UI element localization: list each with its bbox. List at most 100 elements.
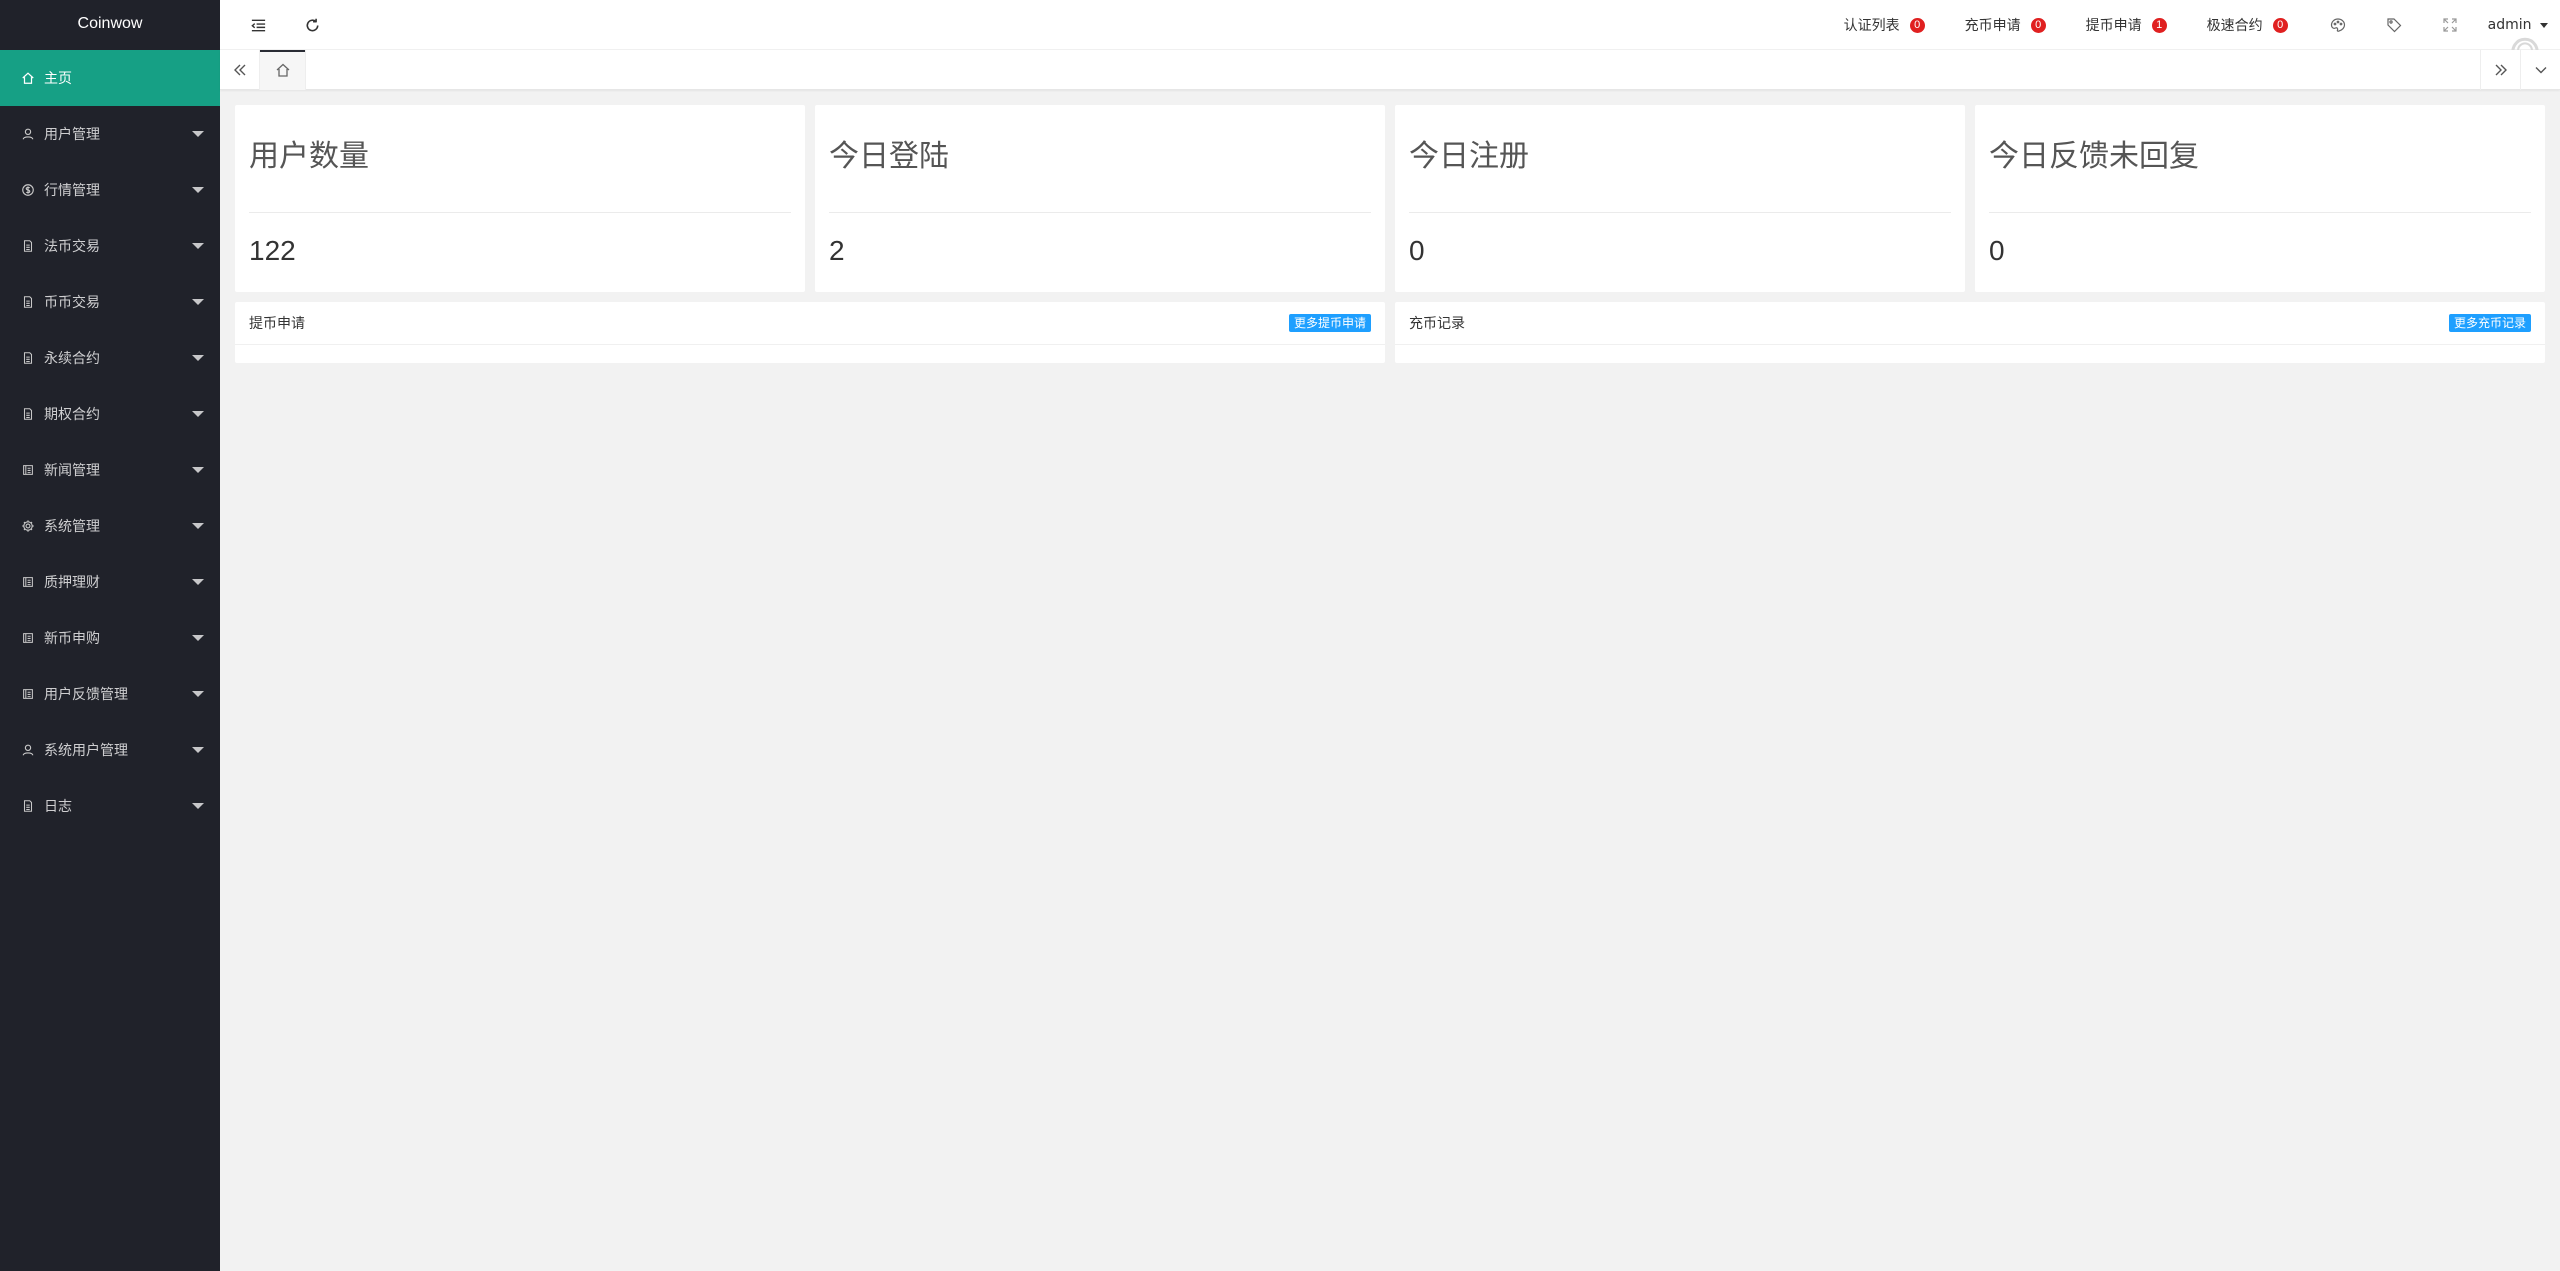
top-header: 认证列表 0 充币申请 0 提币申请 1 极速合约 0 admin xyxy=(220,0,2560,57)
caret-down-icon xyxy=(192,803,204,809)
panel-title: 提币申请 xyxy=(249,316,305,332)
tag-icon xyxy=(2387,18,2402,33)
sidebar-item-news-management[interactable]: 新闻管理 xyxy=(0,442,220,498)
sidebar-item-label: 新币申购 xyxy=(44,631,100,647)
stat-title: 用户数量 xyxy=(249,139,369,174)
news-icon xyxy=(20,686,36,702)
divider xyxy=(249,212,791,213)
header-link-label: 提币申请 xyxy=(2085,18,2142,34)
sidebar-item-market-management[interactable]: 行情管理 xyxy=(0,162,220,218)
panel-withdraw-requests: 提币申请 更多提币申请 xyxy=(235,302,1385,363)
caret-down-icon xyxy=(192,299,204,305)
menu-toggle-button[interactable] xyxy=(232,0,284,50)
gear-icon xyxy=(20,518,36,534)
tag-button[interactable] xyxy=(2366,0,2422,50)
header-link-label: 认证列表 xyxy=(1843,18,1900,34)
palette-icon xyxy=(2330,18,2345,32)
header-link-label: 极速合约 xyxy=(2206,18,2263,34)
sidebar-item-label: 系统用户管理 xyxy=(44,743,128,759)
news-icon xyxy=(20,574,36,590)
caret-down-icon xyxy=(192,691,204,697)
tabs-menu-button[interactable] xyxy=(2520,50,2560,90)
count-badge: 1 xyxy=(2151,17,2167,33)
sidebar-item-label: 新闻管理 xyxy=(44,463,100,479)
sidebar-item-perpetual-contract[interactable]: 永续合约 xyxy=(0,330,220,386)
header-right: 认证列表 0 充币申请 0 提币申请 1 极速合约 0 admin xyxy=(1844,0,2560,50)
caret-down-icon xyxy=(192,635,204,641)
stat-card-user-count: 用户数量 122 xyxy=(235,105,805,292)
header-link-label: 充币申请 xyxy=(1964,18,2021,34)
doc-icon xyxy=(20,294,36,310)
sidebar-item-label: 质押理财 xyxy=(44,575,100,591)
stat-value: 0 xyxy=(1409,235,1425,266)
sidebar-item-user-management[interactable]: 用户管理 xyxy=(0,106,220,162)
sidebar-item-new-coin-subscription[interactable]: 新币申购 xyxy=(0,610,220,666)
sidebar-item-label: 币币交易 xyxy=(44,295,100,311)
stat-title: 今日反馈未回复 xyxy=(1989,139,2199,174)
stat-title: 今日注册 xyxy=(1409,139,1529,174)
tabs-scroll-left-button[interactable] xyxy=(220,50,260,90)
count-badge: 0 xyxy=(2272,17,2288,33)
header-link-fast-contract[interactable]: 极速合约 0 xyxy=(2207,15,2288,35)
fullscreen-icon xyxy=(2443,18,2457,32)
divider xyxy=(829,212,1371,213)
stat-title: 今日登陆 xyxy=(829,139,949,174)
app-logo[interactable]: Coinwow xyxy=(0,0,220,50)
stat-card-today-login: 今日登陆 2 xyxy=(815,105,1385,292)
caret-down-icon xyxy=(192,579,204,585)
fullscreen-button[interactable] xyxy=(2422,0,2478,50)
refresh-icon xyxy=(306,18,318,31)
stat-card-unreplied-feedback: 今日反馈未回复 0 xyxy=(1975,105,2545,292)
user-icon xyxy=(20,742,36,758)
refresh-button[interactable] xyxy=(286,0,338,50)
double-chevron-left-icon xyxy=(233,64,245,76)
caret-down-icon xyxy=(192,411,204,417)
sidebar-item-label: 期权合约 xyxy=(44,407,100,423)
sidebar-item-system-users[interactable]: 系统用户管理 xyxy=(0,722,220,778)
header-link-verification-list[interactable]: 认证列表 0 xyxy=(1844,15,1925,35)
admin-username: admin xyxy=(2487,17,2532,33)
doc-icon xyxy=(20,238,36,254)
stat-value: 0 xyxy=(1989,235,2005,266)
sidebar-item-staking[interactable]: 质押理财 xyxy=(0,554,220,610)
sidebar-item-label: 永续合约 xyxy=(44,351,100,367)
user-menu[interactable]: admin xyxy=(2488,17,2548,33)
doc-icon xyxy=(20,798,36,814)
sidebar-item-label: 日志 xyxy=(44,799,72,815)
sidebar: Coinwow 主页 用户管理 行情管理 法币交易 币币交易 永续合约 期权合约… xyxy=(0,0,220,1271)
sidebar-item-coin-trading[interactable]: 币币交易 xyxy=(0,274,220,330)
home-icon xyxy=(20,70,36,86)
caret-down-icon xyxy=(192,131,204,137)
sidebar-item-fiat-trading[interactable]: 法币交易 xyxy=(0,218,220,274)
caret-down-icon xyxy=(192,467,204,473)
caret-down-icon xyxy=(192,243,204,249)
sidebar-item-options-contract[interactable]: 期权合约 xyxy=(0,386,220,442)
doc-icon xyxy=(20,350,36,366)
sidebar-item-home[interactable]: 主页 xyxy=(0,50,220,106)
tab-home[interactable] xyxy=(260,50,306,90)
divider xyxy=(1409,212,1951,213)
theme-button[interactable] xyxy=(2310,0,2366,50)
sidebar-item-label: 法币交易 xyxy=(44,239,100,255)
sidebar-item-label: 用户反馈管理 xyxy=(44,687,128,703)
panel-deposit-records: 充币记录 更多充币记录 xyxy=(1395,302,2545,363)
more-deposit-records-button[interactable]: 更多充币记录 xyxy=(2448,314,2531,332)
header-link-deposit-requests[interactable]: 充币申请 0 xyxy=(1965,15,2046,35)
sidebar-item-label: 系统管理 xyxy=(44,519,100,535)
dollar-icon xyxy=(20,182,36,198)
header-link-withdraw-requests[interactable]: 提币申请 1 xyxy=(2086,15,2167,35)
tab-bar xyxy=(220,50,2560,90)
news-icon xyxy=(20,630,36,646)
more-withdraw-requests-button[interactable]: 更多提币申请 xyxy=(1288,314,1371,332)
stat-value: 122 xyxy=(249,235,296,266)
tabs-scroll-right-button[interactable] xyxy=(2480,50,2520,90)
sidebar-item-user-feedback[interactable]: 用户反馈管理 xyxy=(0,666,220,722)
news-icon xyxy=(20,462,36,478)
sidebar-item-logs[interactable]: 日志 xyxy=(0,778,220,834)
panel-header: 充币记录 更多充币记录 xyxy=(1395,302,2545,345)
caret-down-icon xyxy=(192,187,204,193)
stat-value: 2 xyxy=(829,235,845,266)
home-icon xyxy=(276,63,289,77)
stat-card-today-register: 今日注册 0 xyxy=(1395,105,1965,292)
sidebar-item-system-management[interactable]: 系统管理 xyxy=(0,498,220,554)
